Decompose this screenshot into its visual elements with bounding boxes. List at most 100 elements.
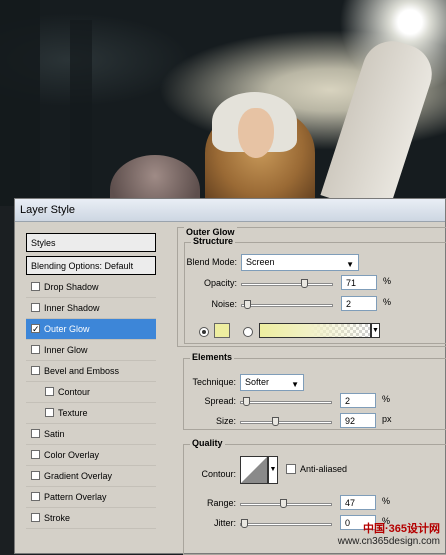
jitter-label: Jitter: [213,518,236,528]
style-item-label: Bevel and Emboss [44,366,120,376]
size-slider[interactable] [240,417,332,426]
layer-style-dialog: Layer Style Styles Blending Options: Def… [14,198,446,555]
style-item-stroke[interactable]: Stroke [26,508,156,529]
opacity-slider-thumb[interactable] [301,279,308,288]
quality-legend: Quality [190,438,225,448]
blending-options-item[interactable]: Blending Options: Default [26,256,156,275]
size-slider-thumb[interactable] [272,417,279,426]
tree-silhouette [70,20,92,206]
solid-color-radio[interactable] [199,327,209,337]
style-item-pattern-overlay[interactable]: Pattern Overlay [26,487,156,508]
style-item-texture[interactable]: Texture [26,403,156,424]
structure-legend: Structure [191,236,236,246]
style-item-label: Inner Glow [44,345,88,355]
elements-legend: Elements [190,352,235,362]
style-item-label: Satin [44,429,65,439]
antialiased-checkbox[interactable] [286,464,296,474]
blend-mode-select[interactable]: Screen ▼ [241,254,359,271]
style-item-bevel-and-emboss[interactable]: Bevel and Emboss [26,361,156,382]
spread-label: Spread: [204,396,236,406]
styles-header[interactable]: Styles [26,233,156,252]
noise-unit: % [383,297,392,307]
range-input[interactable]: 47 [340,495,376,510]
watermark-title: 中国·365设计网 [362,523,440,535]
structure-group: Structure Blend Mode: Screen ▼ Opacity: … [184,236,446,344]
style-checkbox[interactable] [45,408,54,417]
style-item-color-overlay[interactable]: Color Overlay [26,445,156,466]
style-checkbox[interactable] [31,303,40,312]
style-checkbox[interactable] [31,429,40,438]
elements-group: Elements Technique: Softer ▼ Spread: 2 %… [183,352,446,430]
style-checkbox[interactable] [31,450,40,459]
gradient-preview[interactable] [259,323,371,338]
background-photo [0,0,446,206]
spread-slider-thumb[interactable] [243,397,250,406]
style-checkbox[interactable]: ✓ [31,324,40,334]
range-unit: % [382,496,391,506]
size-unit: px [382,414,392,424]
style-item-label: Contour [58,387,91,397]
chevron-down-icon[interactable]: ▼ [268,456,278,484]
spread-unit: % [382,394,391,404]
chevron-down-icon: ▼ [346,260,354,269]
technique-select[interactable]: Softer ▼ [240,374,304,391]
style-checkbox[interactable] [31,366,40,375]
style-item-contour[interactable]: Contour [26,382,156,403]
opacity-input[interactable]: 71 [341,275,377,290]
technique-value: Softer [245,377,270,387]
style-item-label: Inner Shadow [44,303,100,313]
noise-input[interactable]: 2 [341,296,377,311]
technique-label: Technique: [192,377,236,387]
style-item-label: Texture [58,408,88,418]
contour-preview[interactable] [240,456,268,484]
style-item-label: Gradient Overlay [44,471,113,481]
chevron-down-icon: ▼ [291,380,299,389]
contour-curve-icon [241,457,267,483]
range-label: Range: [206,498,236,508]
opacity-label: Opacity: [203,278,237,288]
style-item-outer-glow[interactable]: ✓ Outer Glow [26,319,156,340]
blend-mode-label: Blend Mode: [186,257,237,267]
raised-arm [320,33,440,206]
styles-sidebar: Styles Blending Options: Default Drop Sh… [26,233,156,551]
spread-input[interactable]: 2 [340,393,376,408]
style-item-label: Stroke [44,513,71,523]
spread-slider[interactable] [240,397,332,406]
style-list: Drop Shadow Inner Shadow ✓ Outer Glow Inner … [26,277,156,529]
style-item-inner-glow[interactable]: Inner Glow [26,340,156,361]
style-item-drop-shadow[interactable]: Drop Shadow [26,277,156,298]
style-checkbox[interactable] [31,492,40,501]
window-title[interactable]: Layer Style [15,199,445,222]
blend-mode-value: Screen [246,257,275,267]
style-item-label: Drop Shadow [44,282,99,292]
range-slider[interactable] [240,499,332,508]
tree-silhouette [0,0,40,206]
style-item-inner-shadow[interactable]: Inner Shadow [26,298,156,319]
size-input[interactable]: 92 [340,413,376,428]
style-checkbox[interactable] [31,513,40,522]
style-checkbox[interactable] [31,471,40,480]
noise-slider-thumb[interactable] [244,300,251,309]
style-item-gradient-overlay[interactable]: Gradient Overlay [26,466,156,487]
style-checkbox[interactable] [31,282,40,291]
chevron-down-icon[interactable]: ▼ [371,323,380,338]
watermark-url: www.cn365design.com [337,536,440,547]
antialiased-label: Anti-aliased [300,464,348,474]
range-slider-thumb[interactable] [280,499,287,508]
noise-slider[interactable] [241,300,333,309]
noise-label: Noise: [211,299,237,309]
glow-color-swatch[interactable] [214,323,230,338]
jitter-slider[interactable] [240,519,332,528]
contour-label: Contour: [201,469,236,479]
style-checkbox[interactable] [45,387,54,396]
style-item-label: Pattern Overlay [44,492,107,502]
opacity-unit: % [383,276,392,286]
gradient-radio[interactable] [243,327,253,337]
opacity-slider[interactable] [241,279,333,288]
style-item-satin[interactable]: Satin [26,424,156,445]
figure-face [238,108,274,158]
style-item-label: Color Overlay [44,450,100,460]
style-checkbox[interactable] [31,345,40,354]
outer-glow-group: Outer Glow Structure Blend Mode: Screen … [177,227,446,347]
jitter-slider-thumb[interactable] [241,519,248,528]
